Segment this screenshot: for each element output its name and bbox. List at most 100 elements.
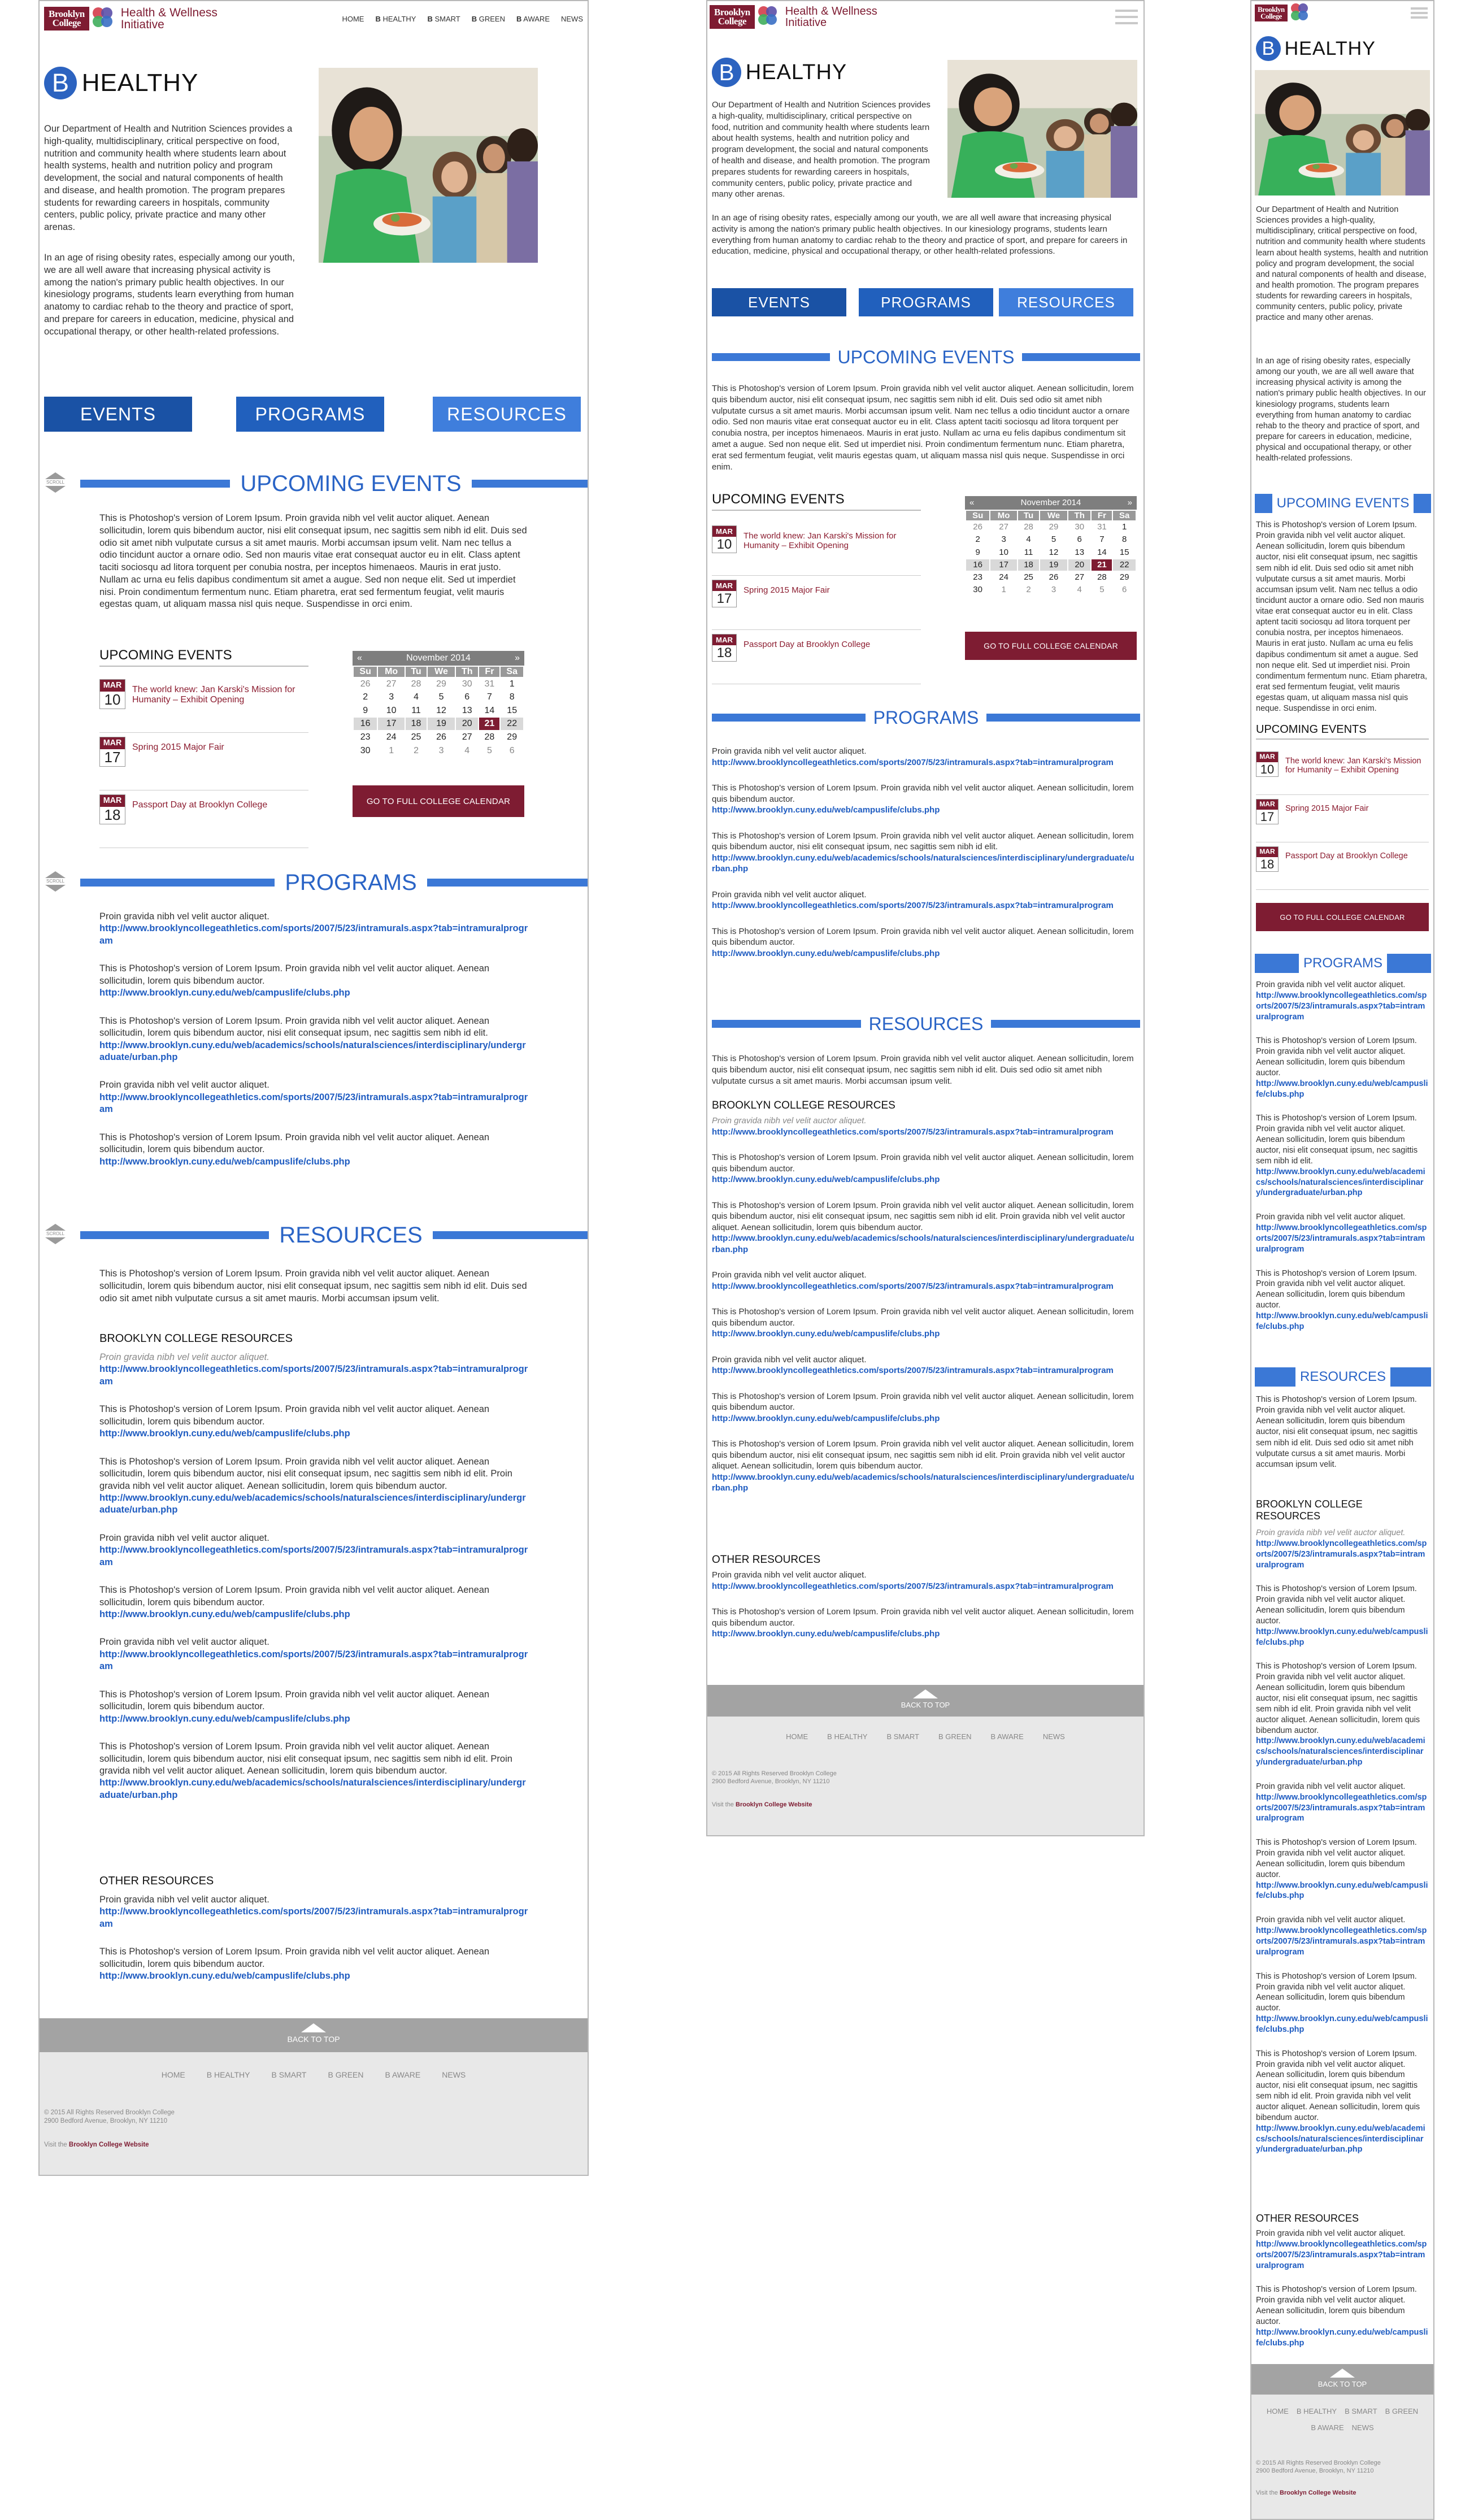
calendar-date-cell[interactable]: 25 [405,731,427,744]
resources-button[interactable]: RESOURCES [999,288,1133,316]
item-link[interactable]: http://www.brooklyn.cuny.edu/web/academi… [99,1040,529,1064]
footer-nav-item[interactable]: NEWS [1352,2423,1374,2432]
item-link[interactable]: http://www.brooklyn.cuny.edu/web/academi… [1256,1736,1429,1768]
item-link[interactable]: http://www.brooklyn.cuny.edu/web/campusl… [712,1628,1136,1640]
item-link[interactable]: http://www.brooklyn.cuny.edu/web/academi… [1256,2123,1429,2156]
calendar-date-cell[interactable]: 3 [378,691,405,703]
events-button[interactable]: EVENTS [44,397,192,432]
item-link[interactable]: http://www.brooklyncollegeathletics.com/… [99,1649,529,1673]
calendar-date-cell[interactable]: 2 [1018,584,1040,596]
nav-item-news[interactable]: NEWS [561,15,583,23]
calendar-date-cell[interactable]: 11 [405,704,427,717]
calendar-date-cell[interactable]: 1 [378,744,405,757]
item-link[interactable]: http://www.brooklyn.cuny.edu/web/campusl… [99,1713,529,1725]
footer-nav-item[interactable]: NEWS [442,2070,466,2079]
calendar-date-cell[interactable]: 13 [1068,546,1091,558]
item-link[interactable]: http://www.brooklyn.cuny.edu/web/academi… [1256,1167,1429,1199]
calendar-prev-icon[interactable]: « [969,496,974,510]
item-link[interactable]: http://www.brooklyncollegeathletics.com/… [1256,1926,1429,1958]
full-calendar-button[interactable]: GO TO FULL COLLEGE CALENDAR [1256,903,1429,931]
calendar-date-cell[interactable]: 7 [479,691,500,703]
visit-website-link[interactable]: Brooklyn College Website [69,2141,149,2148]
calendar-date-cell[interactable]: 29 [1113,572,1136,584]
item-link[interactable]: http://www.brooklyncollegeathletics.com/… [99,1363,529,1388]
calendar-date-cell[interactable]: 6 [1113,584,1136,596]
calendar-date-cell[interactable]: 1 [990,584,1017,596]
nav-item-green[interactable]: B GREEN [472,15,505,23]
calendar-date-cell[interactable]: 23 [966,572,990,584]
item-link[interactable]: http://www.brooklyncollegeathletics.com/… [712,1281,1136,1292]
calendar-date-cell[interactable]: 19 [428,718,455,730]
footer-nav-item[interactable]: B AWARE [991,1732,1024,1741]
calendar-date-cell[interactable]: 4 [455,744,479,757]
visit-website-link[interactable]: Brooklyn College Website [1280,2489,1356,2496]
item-link[interactable]: http://www.brooklyn.cuny.edu/web/campusl… [712,1174,1136,1185]
hamburger-icon[interactable] [1411,5,1428,21]
item-link[interactable]: http://www.brooklyncollegeathletics.com/… [712,757,1136,768]
calendar-date-cell[interactable]: 30 [966,584,990,596]
calendar-date-cell[interactable]: 30 [1068,522,1091,533]
calendar-date-cell[interactable]: 14 [1092,546,1112,558]
calendar-date-cell[interactable]: 29 [501,731,523,744]
item-link[interactable]: http://www.brooklyncollegeathletics.com/… [712,1127,1136,1138]
footer-nav-item[interactable]: B HEALTHY [207,2070,250,2079]
calendar-date-cell[interactable]: 27 [1068,572,1091,584]
calendar-date-cell[interactable]: 28 [1018,522,1040,533]
footer-nav-item[interactable]: B GREEN [328,2070,363,2079]
calendar-date-cell[interactable]: 20 [455,718,479,730]
calendar-date-cell[interactable]: 3 [990,534,1017,546]
footer-nav-item[interactable]: B HEALTHY [827,1732,867,1741]
item-link[interactable]: http://www.brooklyncollegeathletics.com/… [1256,2239,1429,2271]
resources-button[interactable]: RESOURCES [433,397,581,432]
item-link[interactable]: http://www.brooklyncollegeathletics.com/… [99,1092,529,1116]
calendar-date-cell[interactable]: 10 [378,704,405,717]
item-link[interactable]: http://www.brooklyn.cuny.edu/web/campusl… [1256,2014,1429,2035]
item-link[interactable]: http://www.brooklyn.cuny.edu/web/campusl… [712,1413,1136,1424]
calendar-date-cell[interactable]: 10 [990,546,1017,558]
calendar-date-cell[interactable]: 1 [1113,522,1136,533]
calendar-date-cell[interactable]: 19 [1040,559,1067,571]
calendar-date-cell[interactable]: 6 [1068,534,1091,546]
back-to-top-button[interactable]: BACK TO TOP [40,2018,588,2052]
item-link[interactable]: http://www.brooklyn.cuny.edu/web/campusl… [712,948,1136,959]
calendar-date-cell[interactable]: 6 [455,691,479,703]
calendar-date-cell[interactable]: 29 [1040,522,1067,533]
calendar-date-cell[interactable]: 5 [1040,534,1067,546]
footer-nav-item[interactable]: B AWARE [1311,2423,1343,2432]
event-item[interactable]: MAR 10 The world knew: Jan Karski's Missio… [1256,751,1429,777]
calendar-date-cell[interactable]: 2 [966,534,990,546]
item-link[interactable]: http://www.brooklyncollegeathletics.com/… [712,1365,1136,1376]
calendar-date-cell[interactable]: 4 [405,691,427,703]
item-link[interactable]: http://www.brooklyn.cuny.edu/web/campusl… [99,1609,529,1620]
footer-nav-item[interactable]: B HEALTHY [1297,2407,1337,2415]
event-item[interactable]: MAR 10 The world knew: Jan Karski's Missio… [99,679,308,709]
nav-item-smart[interactable]: B SMART [427,15,460,23]
calendar-date-cell[interactable]: 11 [1018,546,1040,558]
calendar-date-cell[interactable]: 8 [501,691,523,703]
item-link[interactable]: http://www.brooklyncollegeathletics.com/… [1256,990,1429,1023]
calendar-date-cell[interactable]: 7 [1092,534,1112,546]
calendar-date-cell[interactable]: 27 [455,731,479,744]
calendar-date-cell[interactable]: 3 [1040,584,1067,596]
calendar-date-cell[interactable]: 24 [990,572,1017,584]
footer-nav-item[interactable]: B SMART [1345,2407,1377,2415]
footer-nav-item[interactable]: HOME [786,1732,808,1741]
calendar-date-cell[interactable]: 27 [378,677,405,690]
item-link[interactable]: http://www.brooklyncollegeathletics.com/… [712,900,1136,911]
event-item[interactable]: MAR 17 Spring 2015 Major Fair [712,580,921,607]
calendar-next-icon[interactable]: » [515,651,520,666]
item-link[interactable]: http://www.brooklyn.cuny.edu/web/campusl… [1256,1880,1429,1902]
calendar-date-cell[interactable]: 28 [405,677,427,690]
calendar-date-cell[interactable]: 5 [428,691,455,703]
calendar-date-cell[interactable]: 26 [1040,572,1067,584]
item-link[interactable]: http://www.brooklyn.cuny.edu/web/academi… [712,1233,1136,1255]
visit-website-link[interactable]: Brooklyn College Website [736,1801,812,1808]
calendar-date-cell[interactable]: 26 [966,522,990,533]
programs-button[interactable]: PROGRAMS [236,397,384,432]
event-item[interactable]: MAR 10 The world knew: Jan Karski's Missio… [712,525,921,553]
event-item[interactable]: MAR 17 Spring 2015 Major Fair [1256,799,1429,824]
calendar-date-cell[interactable]: 31 [479,677,500,690]
item-link[interactable]: http://www.brooklyn.cuny.edu/web/campusl… [712,805,1136,816]
calendar-date-cell[interactable]: 2 [354,691,377,703]
item-link[interactable]: http://www.brooklyncollegeathletics.com/… [1256,1539,1429,1571]
